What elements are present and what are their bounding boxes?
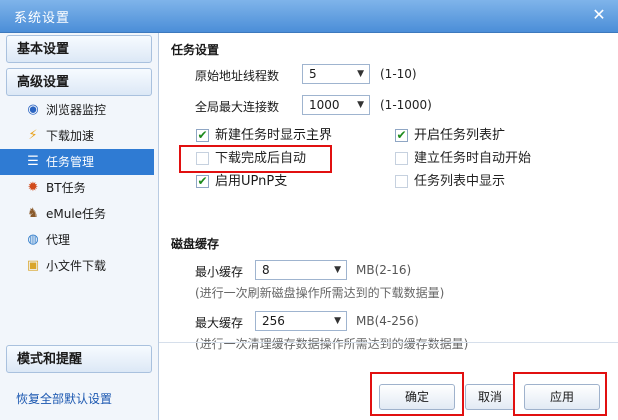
footer-divider xyxy=(159,342,618,343)
chevron-down-icon: ▼ xyxy=(357,100,364,110)
folder-icon: ▣ xyxy=(26,258,40,273)
sidebar-item-label: 任务管理 xyxy=(46,155,95,169)
task-list-icon: ☰ xyxy=(27,154,39,169)
auto-after-download-checkbox[interactable]: 下载完成后自动 xyxy=(196,149,349,169)
max-cache-select[interactable]: 256 ▼ xyxy=(255,311,347,331)
chevron-down-icon: ▼ xyxy=(334,265,341,275)
sidebar-item-label: 代理 xyxy=(46,233,71,247)
task-settings-title: 任务设置 xyxy=(171,43,220,57)
title-bar: 系统设置 ✕ xyxy=(0,0,618,33)
chevron-down-icon: ▼ xyxy=(334,316,341,326)
expand-task-list-checkbox[interactable]: ✔ 开启任务列表扩 xyxy=(395,126,548,146)
checkbox-box: ✔ xyxy=(196,128,209,142)
cancel-button[interactable]: 取消 xyxy=(465,384,515,410)
sidebar-item-browser-monitor[interactable]: ◉ 浏览器监控 xyxy=(6,97,154,123)
sidebar-item-label: 浏览器监控 xyxy=(46,103,107,117)
sidebar-item-download-speedup[interactable]: ⚡ 下载加速 xyxy=(6,123,154,149)
checkbox-box xyxy=(395,152,408,165)
lightning-icon: ⚡ xyxy=(28,128,38,143)
chevron-down-icon: ▼ xyxy=(357,69,364,79)
checkbox-box: ✔ xyxy=(196,174,209,188)
checkbox-label: 开启任务列表扩 xyxy=(414,128,506,143)
sidebar-section-basic[interactable]: 基本设置 xyxy=(6,35,152,63)
apply-button[interactable]: 应用 xyxy=(524,384,600,410)
max-connections-label: 全局最大连接数 xyxy=(195,100,280,114)
sidebar-item-emule-task[interactable]: ♞ eMule任务 xyxy=(6,201,154,227)
checkbox-box xyxy=(196,152,209,165)
max-cache-label: 最大缓存 xyxy=(195,316,244,330)
sidebar-item-label: 小文件下载 xyxy=(46,259,107,273)
min-cache-value: 8 xyxy=(262,263,270,277)
emule-icon: ♞ xyxy=(27,206,39,221)
max-connections-value: 1000 xyxy=(309,98,340,112)
advanced-nav-list: ◉ 浏览器监控 ⚡ 下载加速 ☰ 任务管理 ✹ BT任务 ♞ eMule任务 ◍… xyxy=(0,97,154,279)
enable-upnp-checkbox[interactable]: ✔ 启用UPnP支 xyxy=(196,172,321,192)
sidebar-item-small-file-download[interactable]: ▣ 小文件下载 xyxy=(6,253,154,279)
checkbox-label: 启用UPnP支 xyxy=(215,174,288,189)
window-title: 系统设置 xyxy=(14,11,71,26)
sidebar-item-proxy[interactable]: ◍ 代理 xyxy=(6,227,154,253)
sidebar-item-bt-task[interactable]: ✹ BT任务 xyxy=(6,175,154,201)
task-list-display-checkbox[interactable]: 任务列表中显示 xyxy=(395,172,556,192)
show-main-window-checkbox[interactable]: ✔ 新建任务时显示主界 xyxy=(196,126,375,146)
sidebar-item-task-management[interactable]: ☰ 任务管理 xyxy=(0,149,154,175)
checkbox-box: ✔ xyxy=(395,128,408,142)
sidebar-section-advanced[interactable]: 高级设置 xyxy=(6,68,152,96)
origin-threads-range: (1-10) xyxy=(380,67,417,81)
max-cache-hint: (进行一次清理缓存数据操作所需达到的缓存数据量) xyxy=(195,337,469,351)
sidebar-item-label: BT任务 xyxy=(46,181,86,195)
checkbox-box xyxy=(395,175,408,188)
sidebar-item-label: 下载加速 xyxy=(46,129,95,143)
proxy-globe-icon: ◍ xyxy=(27,232,39,247)
origin-threads-value: 5 xyxy=(309,67,317,81)
min-cache-select[interactable]: 8 ▼ xyxy=(255,260,347,280)
disk-cache-title: 磁盘缓存 xyxy=(171,237,220,251)
restore-defaults-link[interactable]: 恢复全部默认设置 xyxy=(16,390,112,407)
sidebar: 基本设置 高级设置 ◉ 浏览器监控 ⚡ 下载加速 ☰ 任务管理 ✹ BT任务 ♞… xyxy=(0,33,159,420)
ok-button[interactable]: 确定 xyxy=(379,384,455,410)
sidebar-item-label: eMule任务 xyxy=(46,207,107,221)
min-cache-label: 最小缓存 xyxy=(195,265,244,279)
min-cache-range: MB(2-16) xyxy=(356,263,412,277)
sidebar-section-mode-reminder[interactable]: 模式和提醒 xyxy=(6,345,152,373)
origin-threads-select[interactable]: 5 ▼ xyxy=(302,64,370,84)
checkbox-label: 建立任务时自动开始 xyxy=(414,151,532,166)
origin-threads-label: 原始地址线程数 xyxy=(195,69,280,83)
max-cache-range: MB(4-256) xyxy=(356,314,419,328)
close-icon[interactable]: ✕ xyxy=(590,6,608,24)
min-cache-hint: (进行一次刷新磁盘操作所需达到的下载数据量) xyxy=(195,286,445,300)
browser-monitor-icon: ◉ xyxy=(27,102,39,117)
settings-panel: 任务设置 原始地址线程数 5 ▼ (1-10) 全局最大连接数 1000 ▼ (… xyxy=(159,33,618,420)
checkbox-label: 下载完成后自动 xyxy=(215,151,307,166)
checkbox-label: 新建任务时显示主界 xyxy=(215,128,333,143)
max-connections-select[interactable]: 1000 ▼ xyxy=(302,95,370,115)
checkbox-label: 任务列表中显示 xyxy=(414,174,506,189)
bt-icon: ✹ xyxy=(27,180,39,195)
max-cache-value: 256 xyxy=(262,314,285,328)
max-connections-range: (1-1000) xyxy=(380,98,432,112)
auto-start-on-create-checkbox[interactable]: 建立任务时自动开始 xyxy=(395,149,576,169)
